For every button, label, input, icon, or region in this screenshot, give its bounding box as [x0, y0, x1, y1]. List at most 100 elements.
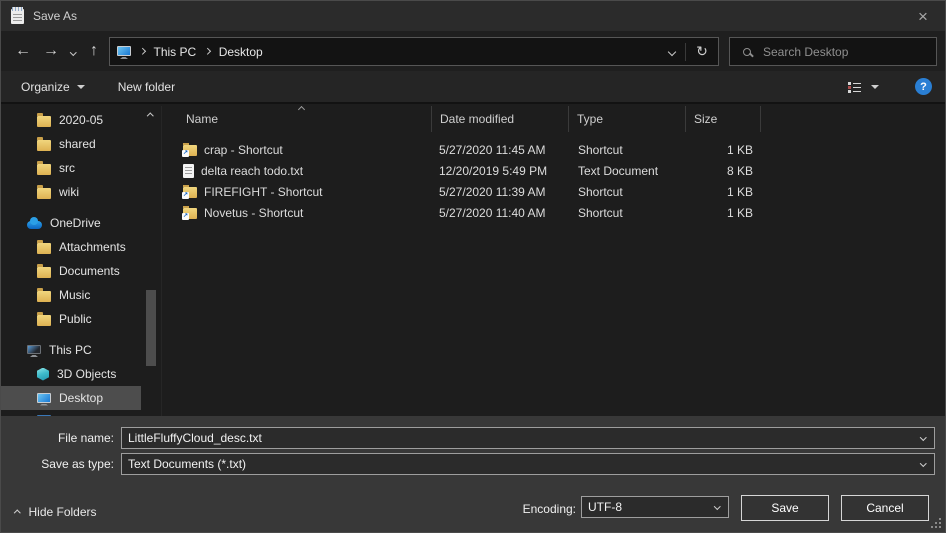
- sidebar-item-label: Documents: [59, 264, 120, 278]
- sidebar-item-documents[interactable]: Documents: [1, 259, 141, 283]
- sidebar-item-icon: [37, 243, 51, 254]
- window-title: Save As: [33, 9, 77, 23]
- sidebar-item-shared[interactable]: shared: [1, 132, 141, 156]
- sidebar-item-icon: [37, 315, 51, 326]
- file-row-crap-shortcut[interactable]: crap - Shortcut 5/27/2020 11:45 AM Short…: [166, 139, 945, 160]
- sidebar-item-onedrive[interactable]: OneDrive: [1, 211, 141, 235]
- save-as-type-select[interactable]: Text Documents (*.txt): [121, 453, 935, 475]
- sidebar-item-label: OneDrive: [50, 216, 101, 230]
- title-bar[interactable]: Save As ×: [1, 1, 945, 31]
- sidebar-item-desktop[interactable]: Desktop: [1, 386, 141, 410]
- forward-button[interactable]: →: [37, 37, 65, 65]
- save-button[interactable]: Save: [741, 495, 829, 521]
- sidebar-item-wiki[interactable]: wiki: [1, 180, 141, 204]
- save-as-type-value: Text Documents (*.txt): [128, 457, 246, 471]
- resize-grip[interactable]: [931, 518, 941, 528]
- file-row-firefight-shortcut[interactable]: FIREFIGHT - Shortcut 5/27/2020 11:39 AM …: [166, 181, 945, 202]
- navigation-pane: 2020-05 shared src wiki: [1, 106, 161, 416]
- breadcrumb-this-pc[interactable]: This PC: [154, 45, 197, 59]
- sidebar-item-icon: [37, 116, 51, 127]
- bottom-panel: File name: Save as type: Text Documents …: [1, 416, 945, 532]
- sidebar-item-this-pc[interactable]: This PC: [1, 338, 141, 362]
- file-type: Text Document: [569, 164, 686, 178]
- search-icon: [743, 48, 751, 56]
- sidebar-item-public[interactable]: Public: [1, 307, 141, 331]
- encoding-select[interactable]: UTF-8: [581, 496, 729, 518]
- file-size: 1 KB: [686, 185, 761, 199]
- file-row-novetus-shortcut[interactable]: Novetus - Shortcut 5/27/2020 11:40 AM Sh…: [166, 202, 945, 223]
- new-folder-button[interactable]: New folder: [118, 80, 175, 94]
- file-date-modified: 5/27/2020 11:39 AM: [432, 185, 569, 199]
- sidebar-item-label: This PC: [49, 343, 92, 357]
- sidebar-item-label: Public: [59, 312, 92, 326]
- organize-button[interactable]: Organize: [21, 80, 85, 94]
- sidebar-item-attachments[interactable]: Attachments: [1, 235, 141, 259]
- file-icon: [183, 164, 194, 178]
- sidebar-item-icon: [37, 164, 51, 175]
- details-view-icon[interactable]: [848, 81, 862, 93]
- file-name: delta reach todo.txt: [201, 164, 303, 178]
- sidebar-item-src[interactable]: src: [1, 156, 141, 180]
- file-date-modified: 12/20/2019 5:49 PM: [432, 164, 569, 178]
- scrollbar-thumb[interactable]: [146, 290, 156, 366]
- file-size: 8 KB: [686, 164, 761, 178]
- address-dropdown-icon[interactable]: [659, 38, 685, 65]
- search-input[interactable]: [761, 44, 921, 60]
- file-date-modified: 5/27/2020 11:40 AM: [432, 206, 569, 220]
- sidebar-item-label: src: [59, 161, 75, 175]
- column-header-size[interactable]: Size: [686, 106, 761, 132]
- file-name-combo[interactable]: [121, 427, 935, 449]
- file-size: 1 KB: [686, 143, 761, 157]
- breadcrumb-desktop[interactable]: Desktop: [219, 45, 263, 59]
- sidebar-item-label: Desktop: [59, 391, 103, 405]
- sort-ascending-icon: [297, 106, 304, 113]
- file-name-input[interactable]: [128, 431, 934, 445]
- close-icon[interactable]: ×: [901, 1, 945, 31]
- hide-folders-button[interactable]: Hide Folders: [15, 505, 97, 519]
- address-bar[interactable]: This PC Desktop ↻: [109, 37, 719, 66]
- file-icon: [183, 187, 197, 198]
- breadcrumb-separator-icon: [139, 48, 145, 54]
- chevron-down-icon[interactable]: [920, 460, 926, 466]
- sidebar-item-icon: [27, 221, 42, 229]
- sidebar-item-2020-05[interactable]: 2020-05: [1, 108, 141, 132]
- sidebar-item-icon: [37, 267, 51, 278]
- file-row-delta-reach-todo-txt[interactable]: delta reach todo.txt 12/20/2019 5:49 PM …: [166, 160, 945, 181]
- back-button[interactable]: ←: [9, 37, 37, 65]
- cancel-button[interactable]: Cancel: [841, 495, 929, 521]
- history-dropdown-icon[interactable]: [65, 38, 81, 66]
- file-icon: [183, 208, 197, 219]
- sidebar-item-label: Attachments: [59, 240, 126, 254]
- sidebar-item-icon: [37, 188, 51, 199]
- file-name: FIREFIGHT - Shortcut: [204, 185, 322, 199]
- command-toolbar: Organize New folder ?: [1, 71, 945, 104]
- sidebar-item-icon: [37, 291, 51, 302]
- sidebar-item-3d-objects[interactable]: 3D Objects: [1, 362, 141, 386]
- up-button[interactable]: ↑: [81, 37, 107, 65]
- sidebar-item-icon: [27, 345, 41, 354]
- file-date-modified: 5/27/2020 11:45 AM: [432, 143, 569, 157]
- column-header-type[interactable]: Type: [569, 106, 686, 132]
- file-name: crap - Shortcut: [204, 143, 283, 157]
- sidebar-scrollbar[interactable]: [145, 106, 157, 416]
- desktop-location-icon: [117, 46, 131, 56]
- column-header-name[interactable]: Name: [166, 106, 432, 132]
- sidebar-item-label: wiki: [59, 185, 79, 199]
- refresh-icon[interactable]: ↻: [686, 38, 718, 65]
- file-type: Shortcut: [569, 143, 686, 157]
- chevron-down-icon[interactable]: [714, 503, 720, 509]
- save-as-type-label: Save as type:: [1, 457, 121, 471]
- encoding-label: Encoding:: [456, 502, 576, 516]
- search-box[interactable]: [729, 37, 937, 66]
- column-header-date-modified[interactable]: Date modified: [432, 106, 569, 132]
- help-icon[interactable]: ?: [915, 78, 932, 95]
- sidebar-item-label: shared: [59, 137, 96, 151]
- save-as-dialog: Save As × ← → ↑ This PC Desktop ↻: [0, 0, 946, 533]
- chevron-up-icon: [14, 510, 20, 516]
- file-name-label: File name:: [1, 431, 121, 445]
- sidebar-item-music[interactable]: Music: [1, 283, 141, 307]
- scroll-up-icon[interactable]: [147, 113, 153, 119]
- file-type: Shortcut: [569, 206, 686, 220]
- view-dropdown-icon[interactable]: [871, 85, 879, 89]
- encoding-value: UTF-8: [588, 500, 622, 514]
